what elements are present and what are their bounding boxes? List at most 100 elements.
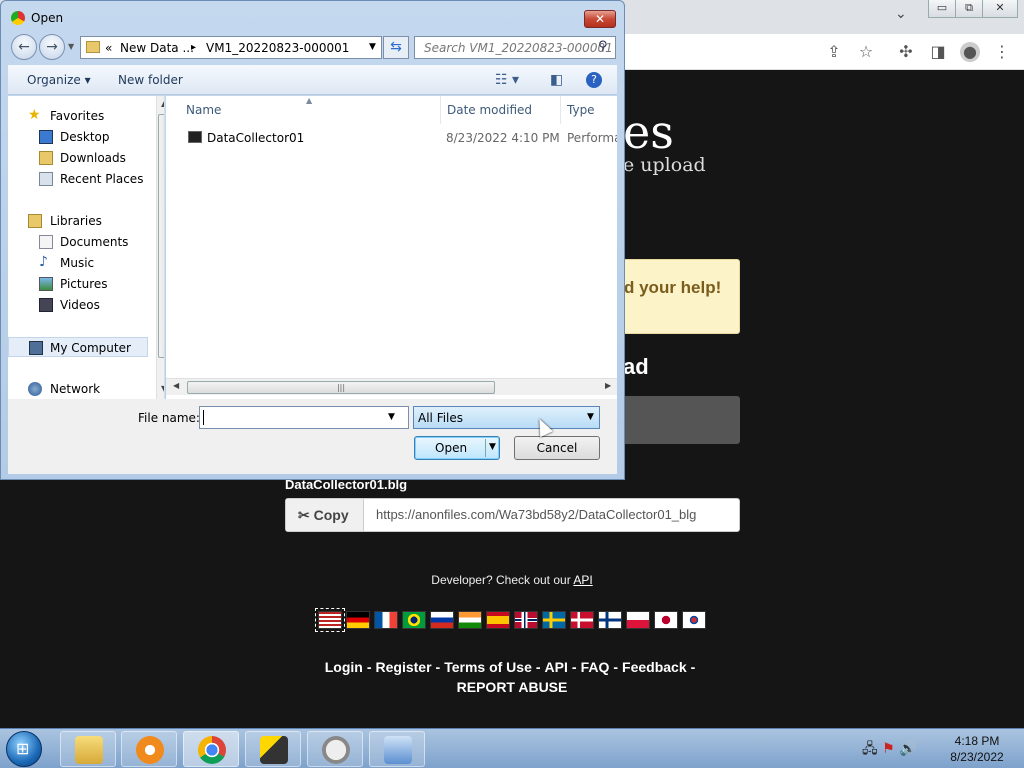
register-link[interactable]: Register	[376, 659, 432, 675]
view-options-icon[interactable]: ☷ ▾	[495, 72, 519, 88]
cancel-button[interactable]: Cancel	[514, 436, 600, 460]
file-row-datacollector01[interactable]: DataCollector01 8/23/2022 4:10 PM Perfor…	[166, 128, 617, 148]
scrollbar-thumb[interactable]: |||	[187, 381, 495, 394]
nav-scrollbar[interactable]: ▲ ▼	[156, 96, 164, 399]
network-icon[interactable]: 🖧	[862, 741, 878, 757]
chevron-down-icon[interactable]: ▼	[587, 412, 594, 422]
recent-locations-icon[interactable]: ▼	[68, 42, 74, 51]
breadcrumb-separator[interactable]: ▸	[191, 42, 196, 53]
flag-se[interactable]	[542, 611, 566, 629]
flag-es[interactable]	[486, 611, 510, 629]
forward-button[interactable]: →	[39, 34, 65, 60]
flag-ru[interactable]	[430, 611, 454, 629]
close-browser-button[interactable]: ✕	[982, 0, 1018, 18]
taskbar-remote[interactable]	[369, 731, 425, 767]
start-button[interactable]: ⊞	[6, 731, 42, 767]
scroll-left-icon[interactable]: ◀	[173, 381, 179, 390]
file-name-input[interactable]: ▼	[199, 406, 409, 429]
flag-dk[interactable]	[570, 611, 594, 629]
breadcrumb-vm1[interactable]: VM1_20220823-000001	[206, 41, 349, 55]
flag-kr[interactable]	[682, 611, 706, 629]
taskbar-app[interactable]	[245, 731, 301, 767]
menu-icon[interactable]: ⋮	[992, 42, 1012, 62]
nav-libraries[interactable]: Libraries	[8, 211, 148, 231]
login-link[interactable]: Login	[325, 659, 363, 675]
file-type-select[interactable]: All Files ▼	[413, 406, 600, 429]
clock[interactable]: 4:18 PM 8/23/2022	[940, 733, 1014, 765]
nav-videos[interactable]: Videos	[8, 295, 148, 315]
flag-fi[interactable]	[598, 611, 622, 629]
flag-fr[interactable]	[374, 611, 398, 629]
report-abuse-link[interactable]: REPORT ABUSE	[457, 679, 568, 695]
taskbar-chrome[interactable]	[183, 731, 239, 767]
share-url[interactable]: https://anonfiles.com/Wa73bd58y2/DataCol…	[376, 499, 696, 531]
nav-pictures[interactable]: Pictures	[8, 274, 148, 294]
terms-link[interactable]: Terms of Use	[444, 659, 532, 675]
flag-de[interactable]	[346, 611, 370, 629]
nav-favorites-label: Favorites	[50, 109, 105, 123]
organize-menu[interactable]: Organize ▾	[27, 73, 91, 87]
scroll-down-icon[interactable]: ▼	[161, 384, 164, 393]
file-name-label: File name:	[138, 411, 200, 425]
share-link-row: ✂ Copy https://anonfiles.com/Wa73bd58y2/…	[285, 498, 740, 532]
nav-documents[interactable]: Documents	[8, 232, 148, 252]
chevron-down-icon[interactable]: ▼	[388, 412, 395, 422]
chrome-icon	[11, 11, 25, 25]
chevron-down-icon[interactable]: ▼	[489, 442, 496, 452]
sidepanel-icon[interactable]: ◨	[928, 42, 948, 62]
close-button[interactable]: ✕	[584, 10, 616, 28]
chevron-down-icon[interactable]: ▼	[369, 42, 376, 52]
flag-br[interactable]	[402, 611, 426, 629]
feedback-link[interactable]: Feedback	[622, 659, 687, 675]
column-divider[interactable]	[560, 96, 561, 124]
column-type[interactable]: Type	[567, 103, 595, 117]
api-link[interactable]: API	[573, 573, 592, 587]
taskbar-explorer[interactable]	[60, 731, 116, 767]
nav-network[interactable]: Network	[8, 379, 148, 399]
flag-jp[interactable]	[654, 611, 678, 629]
profile-icon[interactable]: ●	[960, 42, 980, 62]
flag-alert-icon[interactable]: ⚑	[882, 741, 895, 757]
nav-music[interactable]: ♪ Music	[8, 253, 148, 273]
taskbar-compass[interactable]	[307, 731, 363, 767]
column-name[interactable]: Name	[186, 103, 221, 117]
api-footer-link[interactable]: API	[545, 659, 568, 675]
share-icon[interactable]: ⇪	[824, 42, 844, 62]
address-bar[interactable]: « New Data ... ▸ VM1_20220823-000001 ▼	[80, 36, 382, 59]
flag-in[interactable]	[458, 611, 482, 629]
faq-link[interactable]: FAQ	[581, 659, 610, 675]
restore-button[interactable]: ⧉	[955, 0, 983, 18]
nav-downloads[interactable]: Downloads	[8, 148, 148, 168]
nav-desktop[interactable]: Desktop	[8, 127, 148, 147]
scroll-up-icon[interactable]: ▲	[161, 99, 164, 108]
breadcrumb-new-data[interactable]: New Data ...	[120, 41, 194, 55]
nav-favorites[interactable]: ★ Favorites	[8, 106, 148, 126]
scroll-right-icon[interactable]: ▶	[605, 381, 611, 390]
flag-pl[interactable]	[626, 611, 650, 629]
new-folder-button[interactable]: New folder	[118, 73, 183, 87]
clock-time: 4:18 PM	[954, 734, 1000, 748]
search-input[interactable]: Search VM1_20220823-000001 ⚲	[414, 36, 616, 59]
back-button[interactable]: ←	[11, 34, 37, 60]
nav-my-computer[interactable]: My Computer	[8, 337, 148, 357]
horizontal-scrollbar[interactable]: ◀ ||| ▶	[166, 378, 617, 395]
open-button[interactable]: Open ▼	[414, 436, 500, 460]
column-divider[interactable]	[440, 96, 441, 124]
scrollbar-thumb[interactable]	[158, 114, 164, 358]
flag-us[interactable]	[315, 608, 345, 632]
nav-recent-places[interactable]: Recent Places	[8, 169, 148, 189]
copy-button[interactable]: ✂ Copy	[286, 499, 364, 531]
breadcrumb-overflow[interactable]: «	[105, 41, 112, 55]
column-date-modified[interactable]: Date modified	[447, 103, 532, 117]
taskbar-media-player[interactable]	[121, 731, 177, 767]
preview-pane-icon[interactable]: ◧	[550, 72, 563, 88]
star-icon[interactable]: ☆	[856, 42, 876, 62]
puzzle-icon[interactable]: ✣	[896, 42, 916, 62]
volume-icon[interactable]: 🔊	[899, 741, 916, 757]
tab-search-icon[interactable]: ⌄	[895, 6, 907, 22]
flag-no[interactable]	[514, 611, 538, 629]
help-icon[interactable]: ?	[586, 72, 602, 88]
site-logo[interactable]: es	[623, 105, 674, 159]
minimize-button[interactable]: ▭	[928, 0, 956, 18]
refresh-icon[interactable]: ⇆	[383, 36, 409, 59]
